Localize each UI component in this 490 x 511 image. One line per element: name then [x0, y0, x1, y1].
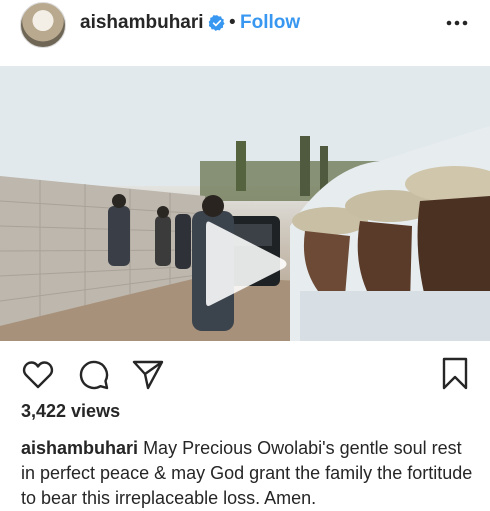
comment-bubble-icon[interactable]	[78, 359, 110, 391]
separator-dot: •	[229, 12, 236, 33]
post-header: aishambuhari • Follow	[0, 0, 490, 60]
view-count[interactable]: 3,422 views	[21, 401, 120, 422]
video-thumbnail[interactable]	[0, 66, 490, 341]
heart-icon[interactable]	[22, 360, 54, 390]
username-link[interactable]: aishambuhari	[80, 12, 204, 34]
post-caption: aishambuhari May Precious Owolabi's gent…	[21, 436, 476, 511]
more-options-icon[interactable]	[444, 10, 470, 36]
caption-username-link[interactable]: aishambuhari	[21, 438, 138, 458]
action-bar	[0, 350, 490, 394]
avatar[interactable]	[20, 2, 66, 48]
follow-button[interactable]: Follow	[240, 12, 300, 34]
verified-badge-icon	[208, 15, 225, 31]
play-icon[interactable]	[200, 216, 290, 312]
paper-plane-icon[interactable]	[132, 359, 164, 391]
bookmark-icon[interactable]	[441, 357, 469, 391]
